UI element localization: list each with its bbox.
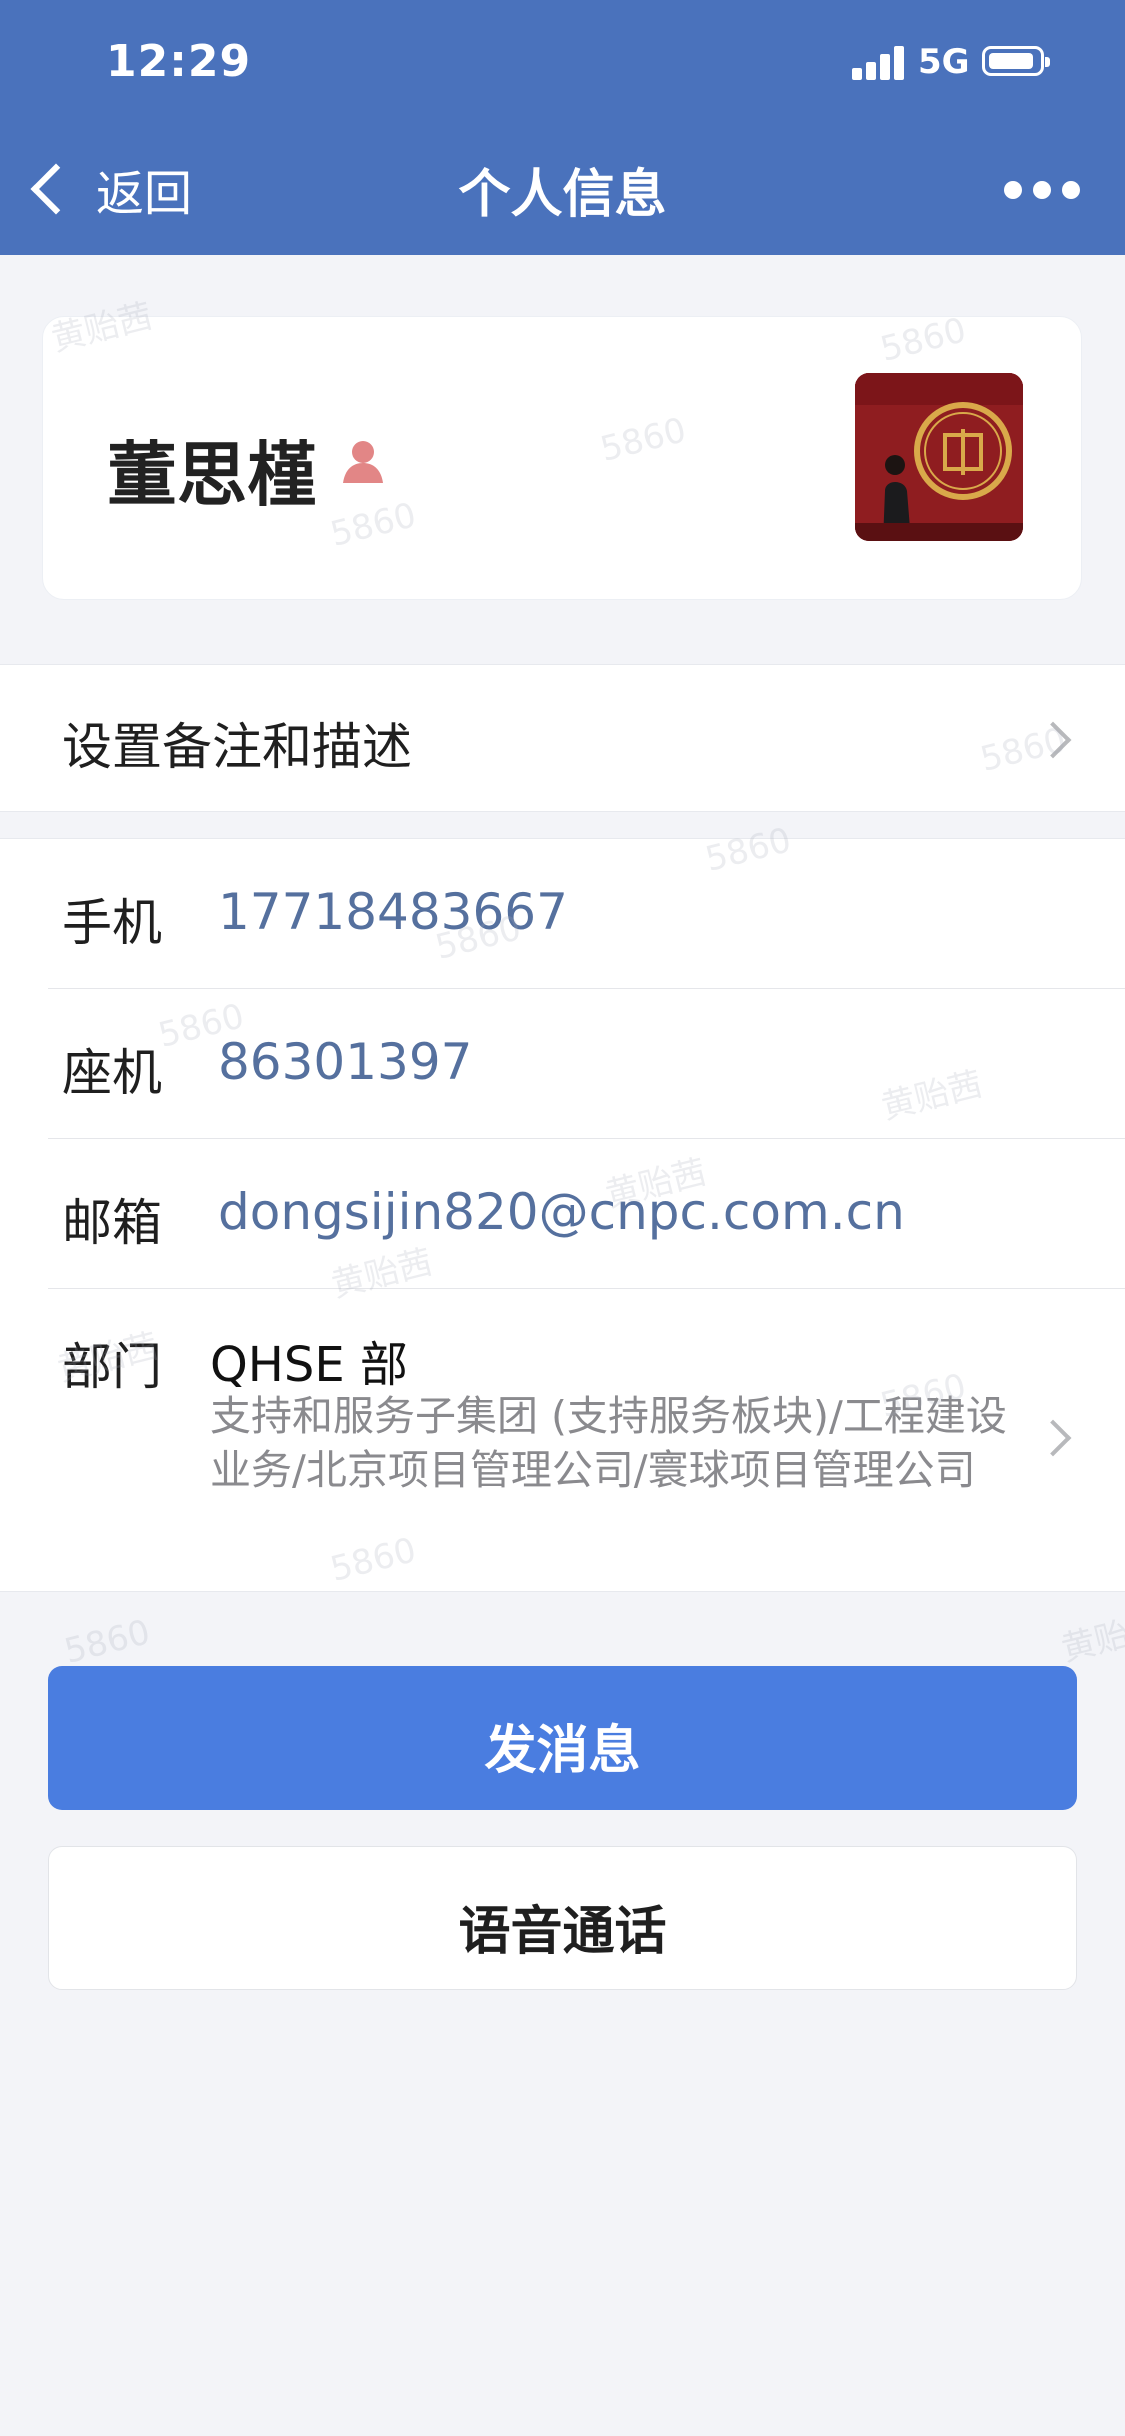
more-dot-icon bbox=[1033, 181, 1051, 199]
landline-row: 座机 86301397 bbox=[0, 989, 1125, 1139]
send-message-button[interactable]: 发消息 bbox=[48, 1666, 1077, 1810]
signal-icon bbox=[852, 44, 904, 80]
landline-value[interactable]: 86301397 bbox=[218, 1033, 473, 1091]
person-icon bbox=[343, 441, 383, 483]
phone-label: 手机 bbox=[62, 894, 162, 952]
department-name: QHSE 部 bbox=[210, 1337, 408, 1393]
network-label: 5G bbox=[918, 42, 970, 82]
avatar[interactable] bbox=[855, 373, 1023, 541]
phone-row: 手机 17718483667 bbox=[0, 839, 1125, 989]
watermark-number: 5860 bbox=[60, 1612, 155, 1672]
profile-card: 董思槿 bbox=[42, 316, 1082, 600]
info-card: 手机 17718483667 座机 86301397 邮箱 dongsijin8… bbox=[0, 838, 1125, 1592]
page-title: 个人信息 bbox=[458, 165, 667, 225]
watermark-name: 黄贻茜 bbox=[1057, 1606, 1125, 1670]
department-row[interactable]: 部门 QHSE 部 支持和服务子集团 (支持服务板块)/工程建设业务/北京项目管… bbox=[0, 1289, 1125, 1591]
voice-call-button[interactable]: 语音通话 bbox=[48, 1846, 1077, 1990]
send-message-label: 发消息 bbox=[484, 1721, 641, 1781]
voice-call-label: 语音通话 bbox=[458, 1902, 667, 1962]
email-row: 邮箱 dongsijin820@cnpc.com.cn bbox=[0, 1139, 1125, 1289]
chevron-right-icon bbox=[1034, 1419, 1072, 1457]
avatar-photo-icon bbox=[855, 373, 1023, 541]
more-dot-icon bbox=[1062, 181, 1080, 199]
department-label: 部门 bbox=[62, 1338, 162, 1396]
phone-value[interactable]: 17718483667 bbox=[218, 883, 568, 941]
department-path: 支持和服务子集团 (支持服务板块)/工程建设业务/北京项目管理公司/寰球项目管理… bbox=[210, 1392, 1007, 1494]
more-dot-icon bbox=[1004, 181, 1022, 199]
profile-name: 董思槿 bbox=[107, 434, 317, 516]
remark-label: 设置备注和描述 bbox=[62, 718, 412, 776]
email-value[interactable]: dongsijin820@cnpc.com.cn bbox=[218, 1183, 905, 1241]
remark-row[interactable]: 设置备注和描述 bbox=[0, 664, 1125, 812]
more-options-button[interactable] bbox=[1004, 178, 1080, 202]
battery-icon bbox=[982, 46, 1050, 76]
landline-label: 座机 bbox=[62, 1044, 162, 1102]
status-time: 12:29 bbox=[106, 36, 252, 87]
email-label: 邮箱 bbox=[62, 1194, 162, 1252]
chevron-right-icon bbox=[1034, 721, 1072, 759]
header: 12:29 5G 返回 个人信息 bbox=[0, 0, 1125, 255]
